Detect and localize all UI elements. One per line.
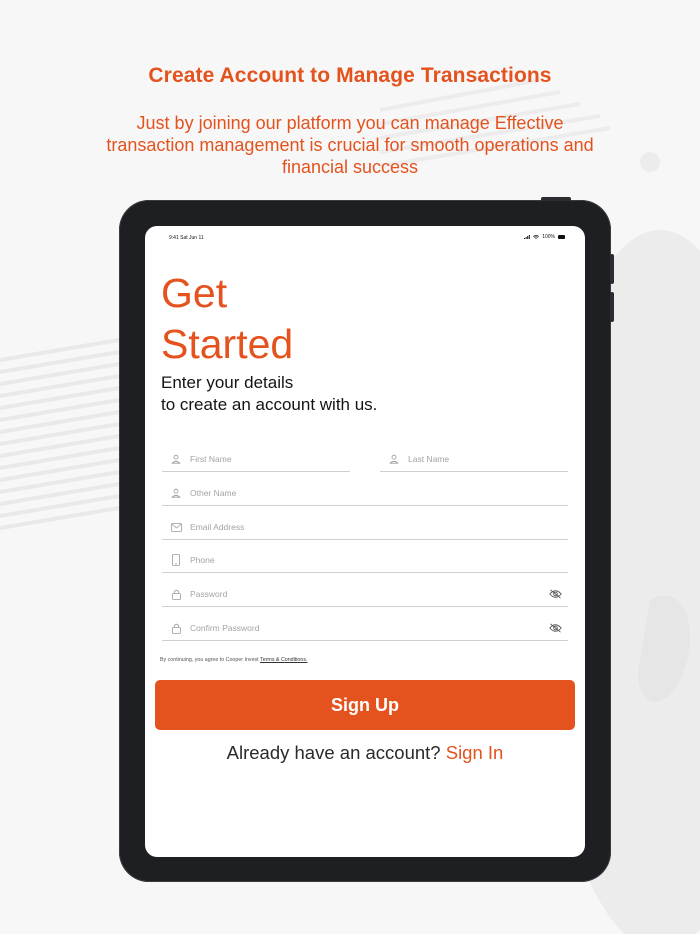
- email-input[interactable]: [190, 522, 568, 532]
- lock-icon: [170, 622, 182, 634]
- signal-icon: [524, 235, 531, 239]
- person-icon: [388, 453, 400, 465]
- eye-off-icon[interactable]: [548, 622, 562, 634]
- person-icon: [170, 453, 182, 465]
- terms-notice: By continuing, you agree to Cooper Inves…: [160, 657, 307, 663]
- battery-icon: [558, 235, 565, 239]
- battery-percent: 100%: [542, 234, 555, 240]
- tablet-volume-up-button: [610, 254, 614, 284]
- sign-in-prompt: Already have an account? Sign In: [145, 742, 585, 764]
- terms-prefix: By continuing, you agree to Cooper Inves…: [160, 657, 259, 663]
- title-line-2: Started: [161, 321, 294, 367]
- tablet-screen: 9:41 Sat Jun 11 100% Get Started Enter y…: [145, 226, 585, 857]
- password-input[interactable]: [190, 589, 548, 599]
- first-name-field: [162, 447, 350, 472]
- wifi-icon: [533, 235, 540, 239]
- phone-field: [162, 548, 568, 573]
- intro-line-2: to create an account with us.: [161, 395, 378, 414]
- status-time: 9:41 Sat Jun 11: [169, 235, 204, 241]
- lock-icon: [170, 588, 182, 600]
- tablet-power-button: [541, 197, 571, 201]
- last-name-input[interactable]: [408, 454, 568, 464]
- confirm-password-input[interactable]: [190, 623, 548, 633]
- intro-text: Enter your details to create an account …: [161, 372, 377, 416]
- phone-icon: [170, 554, 182, 566]
- status-indicators: 100%: [524, 234, 565, 240]
- person-icon: [170, 487, 182, 499]
- app-store-screenshot: Create Account to Manage Transactions Ju…: [0, 0, 700, 934]
- status-bar: 9:41 Sat Jun 11 100%: [145, 234, 585, 244]
- sign-in-prompt-text: Already have an account?: [226, 742, 441, 763]
- last-name-field: [380, 447, 568, 472]
- title-line-1: Get: [161, 270, 228, 316]
- confirm-password-field: [162, 616, 568, 641]
- other-name-input[interactable]: [190, 488, 568, 498]
- promo-subhead: Just by joining our platform you can man…: [106, 113, 594, 177]
- password-field: [162, 582, 568, 607]
- promo-headline: Create Account to Manage Transactions: [148, 64, 552, 87]
- terms-link[interactable]: Terms & Conditions.: [260, 657, 307, 663]
- sign-in-link[interactable]: Sign In: [446, 742, 504, 763]
- other-name-field: [162, 481, 568, 506]
- page-title: Get Started: [161, 268, 293, 370]
- sign-up-button[interactable]: Sign Up: [155, 680, 575, 730]
- first-name-input[interactable]: [190, 454, 350, 464]
- email-field: [162, 515, 568, 540]
- intro-line-1: Enter your details: [161, 373, 294, 392]
- mail-icon: [170, 521, 182, 533]
- eye-off-icon[interactable]: [548, 588, 562, 600]
- tablet-volume-down-button: [610, 292, 614, 322]
- phone-input[interactable]: [190, 555, 568, 565]
